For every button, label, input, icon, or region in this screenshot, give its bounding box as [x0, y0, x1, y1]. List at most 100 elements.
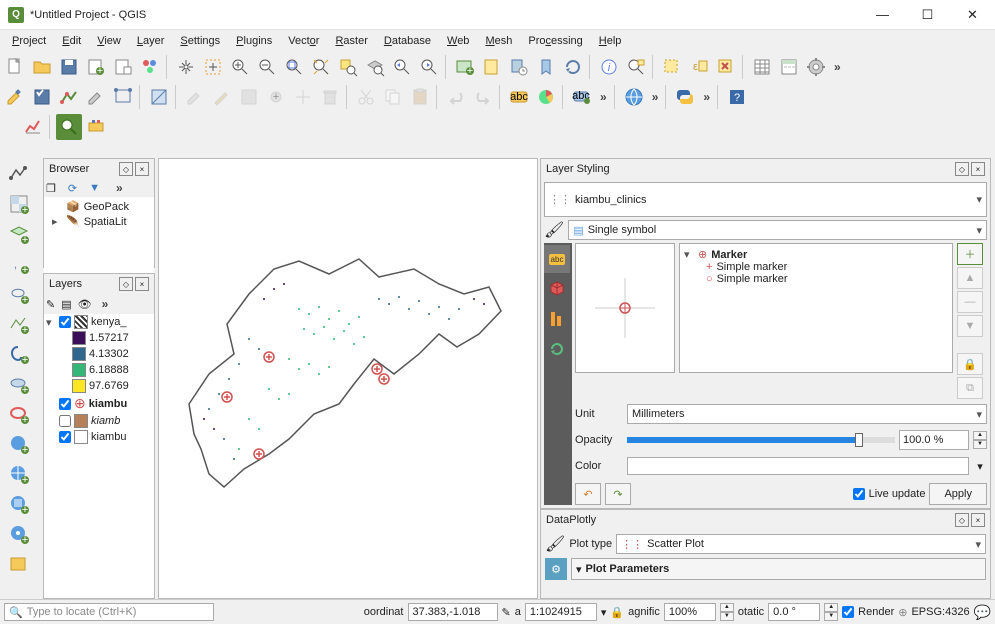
rotation-field[interactable]: 0.0 ° [768, 603, 820, 621]
add-spatialite-button[interactable]: + [2, 280, 36, 308]
tab-labels[interactable]: abc [544, 245, 570, 273]
tab-3d[interactable] [544, 275, 570, 303]
zoom-in-button[interactable] [227, 54, 253, 80]
refresh-icon[interactable]: ⟳ [68, 182, 77, 195]
save-project-button[interactable] [56, 54, 82, 80]
zoom-next-button[interactable] [416, 54, 442, 80]
color-dropdown[interactable]: ▾ [973, 460, 987, 473]
toolbar2-overflow-3[interactable]: » [699, 90, 714, 104]
zoom-out-button[interactable] [254, 54, 280, 80]
select-by-value-button[interactable]: ε [686, 54, 712, 80]
zoom-selection-button[interactable] [335, 54, 361, 80]
chart-tool-button[interactable] [20, 114, 46, 140]
toolbar2-overflow-2[interactable]: » [648, 90, 663, 104]
deselect-all-button[interactable] [713, 54, 739, 80]
map-canvas[interactable] [158, 158, 538, 599]
toggle-editing-button[interactable] [83, 84, 109, 110]
save-layer-edits-button[interactable] [29, 84, 55, 110]
messages-icon[interactable]: 💬 [974, 604, 991, 621]
add-layer-icon[interactable]: ❐ [46, 182, 56, 195]
layer-class-3[interactable]: 6.18888 [44, 362, 154, 378]
plot-settings-icon[interactable]: ⚙ [545, 558, 567, 580]
toolbar2-overflow-1[interactable]: » [596, 90, 611, 104]
unit-select[interactable]: Millimeters▾ [627, 404, 987, 424]
menu-settings[interactable]: Settings [172, 33, 228, 49]
menu-view[interactable]: View [89, 33, 129, 49]
layers-overflow[interactable]: » [98, 297, 113, 311]
menu-vector[interactable]: Vector [280, 33, 327, 49]
layers-tree[interactable]: ▾kenya_ 1.57217 4.13302 6.18888 97.6769 … [44, 314, 154, 598]
add-wfs-button[interactable]: + [2, 520, 36, 548]
zoom-full-button[interactable] [308, 54, 334, 80]
refresh-button[interactable] [560, 54, 586, 80]
plotly-close-button[interactable]: × [971, 513, 985, 527]
layer-visibility-icon[interactable]: 👁 [78, 298, 92, 311]
menu-help[interactable]: Help [591, 33, 630, 49]
field-calculator-button[interactable] [776, 54, 802, 80]
new-map-view-button[interactable]: + [452, 54, 478, 80]
styling-redo-button[interactable]: ↷ [605, 483, 631, 505]
plugin-tool-button[interactable] [83, 114, 109, 140]
attribute-table-button[interactable] [749, 54, 775, 80]
styling-undock-button[interactable]: ◇ [955, 162, 969, 176]
style-manager-button[interactable] [137, 54, 163, 80]
symbol-tree[interactable]: ▾⊕Marker +Simple marker ○Simple marker [679, 243, 953, 373]
menu-raster[interactable]: Raster [327, 33, 375, 49]
browser-tree[interactable]: 📦GeoPack ▸🪶SpatiaLit [44, 197, 154, 285]
cut-features-button[interactable] [353, 84, 379, 110]
add-virtual-button[interactable]: + [2, 310, 36, 338]
mag-down[interactable]: ▼ [720, 612, 734, 621]
menu-web[interactable]: Web [439, 33, 477, 49]
apply-button[interactable]: Apply [929, 483, 987, 505]
diagram-tool-button[interactable] [533, 84, 559, 110]
move-down-button[interactable]: ▼ [957, 315, 983, 337]
magnifier-field[interactable]: 100% [664, 603, 716, 621]
scale-field[interactable]: 1:1024915 [525, 603, 597, 621]
layer-class-2[interactable]: 4.13302 [44, 346, 154, 362]
plot-params-header[interactable]: ▾Plot Parameters [571, 558, 986, 580]
opacity-value[interactable]: 100.0 % [899, 430, 969, 450]
zoom-layer-button[interactable] [362, 54, 388, 80]
duplicate-layer-button[interactable]: ⧉ [957, 377, 983, 399]
digitize-toolbar-button[interactable] [110, 84, 136, 110]
layer-kiambu3-checkbox[interactable] [59, 431, 71, 443]
layer-kiamb2-checkbox[interactable] [59, 415, 71, 427]
help-button[interactable]: ? [724, 84, 750, 110]
browser-undock-button[interactable]: ◇ [119, 162, 133, 176]
add-wms-button[interactable]: + [2, 430, 36, 458]
crs-label[interactable]: EPSG:4326 [911, 606, 969, 618]
tab-history[interactable] [544, 305, 570, 333]
processing-search-button[interactable] [56, 114, 82, 140]
layers-undock-button[interactable]: ◇ [119, 277, 133, 291]
new-geopackage-button[interactable] [2, 550, 36, 578]
redo-button[interactable] [470, 84, 496, 110]
crs-icon[interactable]: ⊕ [898, 606, 907, 619]
layout-manager-button[interactable] [110, 54, 136, 80]
tree-item-geopackage[interactable]: 📦GeoPack [46, 199, 152, 214]
styling-close-button[interactable]: × [971, 162, 985, 176]
edits-button[interactable] [2, 84, 28, 110]
save-edits-button[interactable] [236, 84, 262, 110]
move-feature-button[interactable] [290, 84, 316, 110]
layer-kenya-checkbox[interactable] [59, 316, 71, 328]
processing-toolbox-button[interactable] [803, 54, 829, 80]
layer-class-4[interactable]: 97.6769 [44, 378, 154, 394]
menu-project[interactable]: Project [4, 33, 54, 49]
renderer-select[interactable]: ▤ Single symbol ▾ [568, 220, 987, 240]
paintbrush-icon[interactable]: 🖌 [544, 220, 564, 240]
styling-undo-button[interactable]: ↶ [575, 483, 601, 505]
remove-symbol-layer-button[interactable]: — [957, 291, 983, 313]
menu-layer[interactable]: Layer [129, 33, 173, 49]
menu-plugins[interactable]: Plugins [228, 33, 280, 49]
add-postgis-button[interactable]: + [2, 340, 36, 368]
new-print-layout-button[interactable]: + [83, 54, 109, 80]
tree-item-spatialite[interactable]: ▸🪶SpatiaLit [46, 214, 152, 229]
opacity-slider[interactable] [627, 437, 895, 443]
lock-scale-icon[interactable]: 🔒 [610, 606, 624, 619]
filter-icon[interactable]: ▼ [89, 182, 100, 194]
add-oracle-button[interactable]: + [2, 400, 36, 428]
layer-kiamb-2[interactable]: kiamb [44, 413, 154, 429]
extents-icon[interactable]: ✎ [502, 606, 511, 619]
layer-filter-icon[interactable]: ▤ [61, 298, 71, 311]
styling-layer-select[interactable]: ⋮⋮ kiambu_clinics ▾ [544, 182, 987, 217]
